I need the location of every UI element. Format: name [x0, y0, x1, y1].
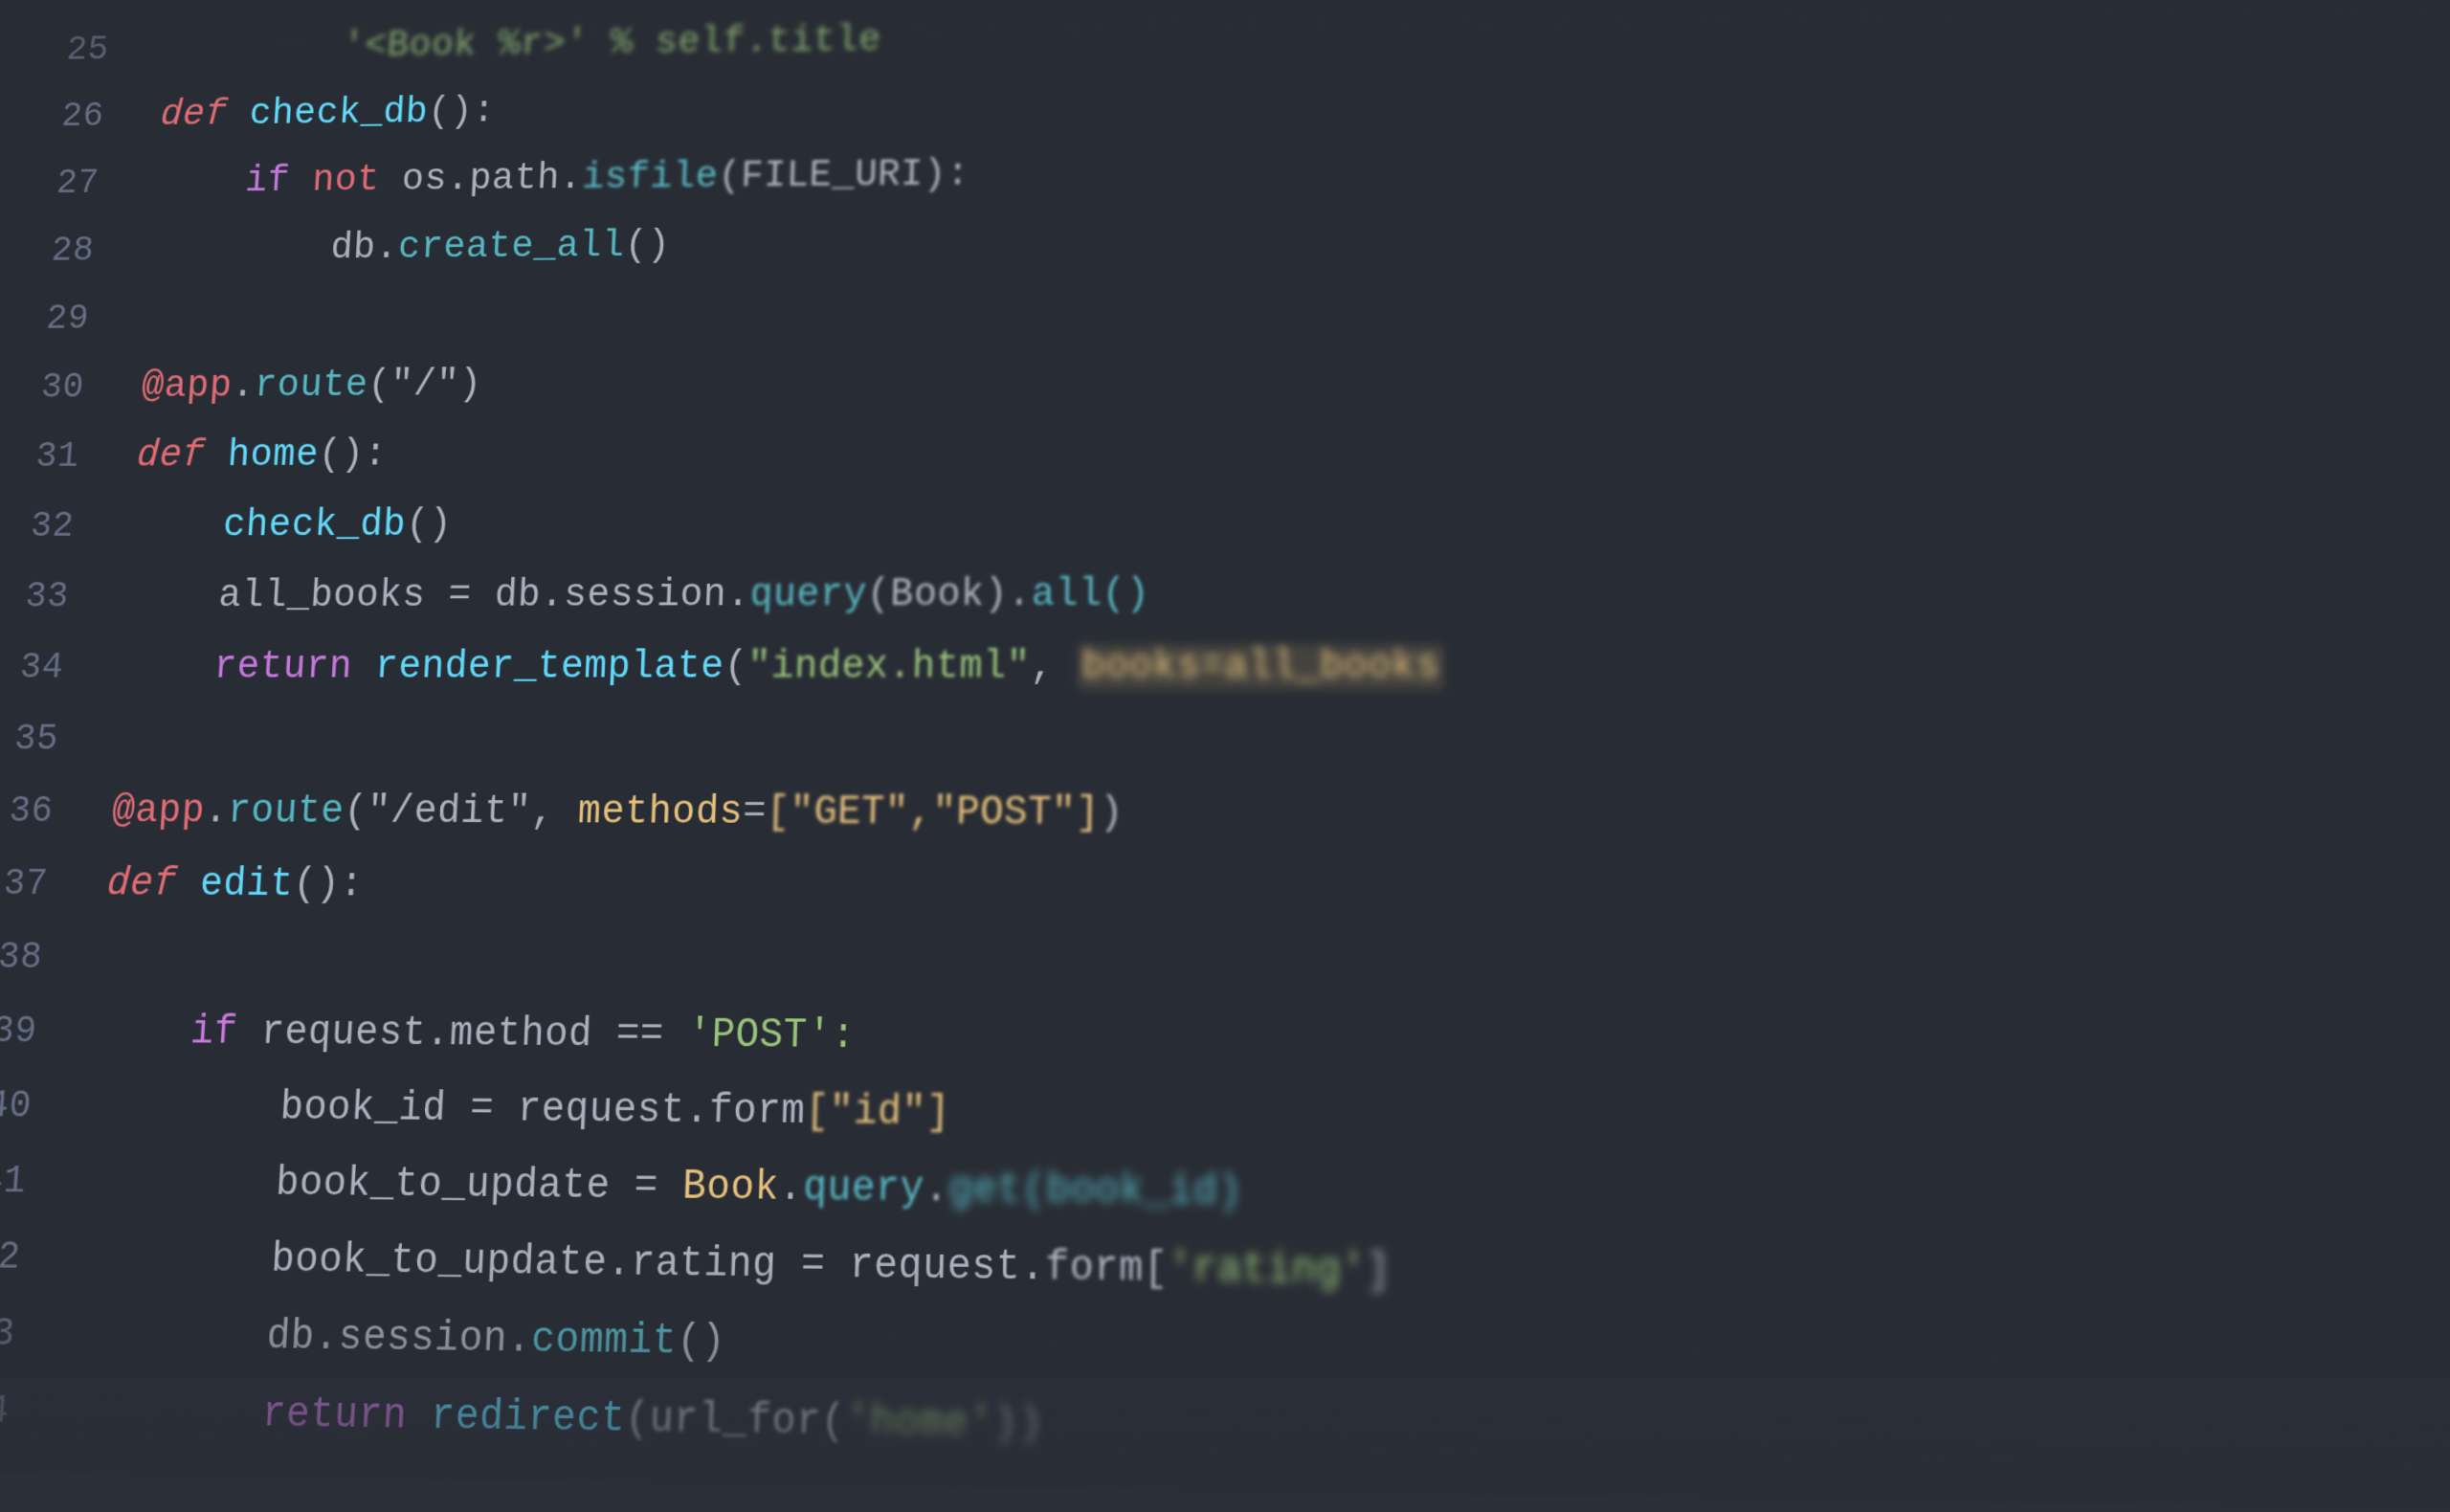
line-number: 28	[14, 217, 96, 285]
line-content: all_books = db.session.query(Book).all()	[124, 556, 2450, 633]
code-line: 35	[0, 703, 2450, 779]
line-number: 31	[0, 422, 81, 492]
line-number: 37	[0, 848, 50, 922]
code-line: 37 def edit():	[0, 848, 2450, 932]
line-number: 27	[20, 150, 101, 218]
line-number: 29	[10, 285, 92, 354]
line-number: 36	[0, 775, 56, 848]
line-content: def edit():	[104, 848, 2450, 932]
code-line: 34 return render_template("index.html", …	[0, 630, 2450, 704]
line-number: 30	[4, 353, 86, 422]
code-line: 30 @app.route("/")	[0, 338, 2450, 423]
line-content	[115, 703, 2450, 779]
line-number: 43	[0, 1295, 17, 1372]
line-content: def home():	[135, 411, 2450, 492]
line-content	[100, 922, 2450, 1010]
line-number: 42	[0, 1219, 23, 1297]
code-line: 32 check_db()	[0, 482, 2450, 562]
code-line: 33 all_books = db.session.query(Book).al…	[0, 556, 2450, 633]
line-number: 32	[0, 492, 77, 562]
line-number: 39	[0, 994, 39, 1069]
line-number: 33	[0, 562, 71, 633]
line-content: return render_template("index.html", boo…	[120, 630, 2450, 704]
code-editor: 25 '<Book %r>' % self.title26def check_d…	[0, 0, 2450, 1378]
line-number: 44	[0, 1372, 11, 1451]
code-line: 36 @app.route("/edit", methods=["GET","PO…	[0, 775, 2450, 856]
line-number: 38	[0, 921, 45, 994]
line-number: 40	[0, 1069, 34, 1145]
line-content: @app.route("/")	[140, 338, 2450, 422]
code-container: 25 '<Book %r>' % self.title26def check_d…	[0, 0, 2450, 1512]
line-content: @app.route("/edit", methods=["GET","POST…	[110, 776, 2450, 856]
line-number: 25	[31, 17, 111, 84]
code-line: 31 def home():	[0, 410, 2450, 492]
line-number: 34	[0, 633, 66, 703]
line-content: check_db()	[129, 482, 2450, 561]
line-number: 35	[0, 703, 60, 775]
line-number: 41	[0, 1144, 29, 1220]
line-number: 26	[25, 83, 105, 151]
